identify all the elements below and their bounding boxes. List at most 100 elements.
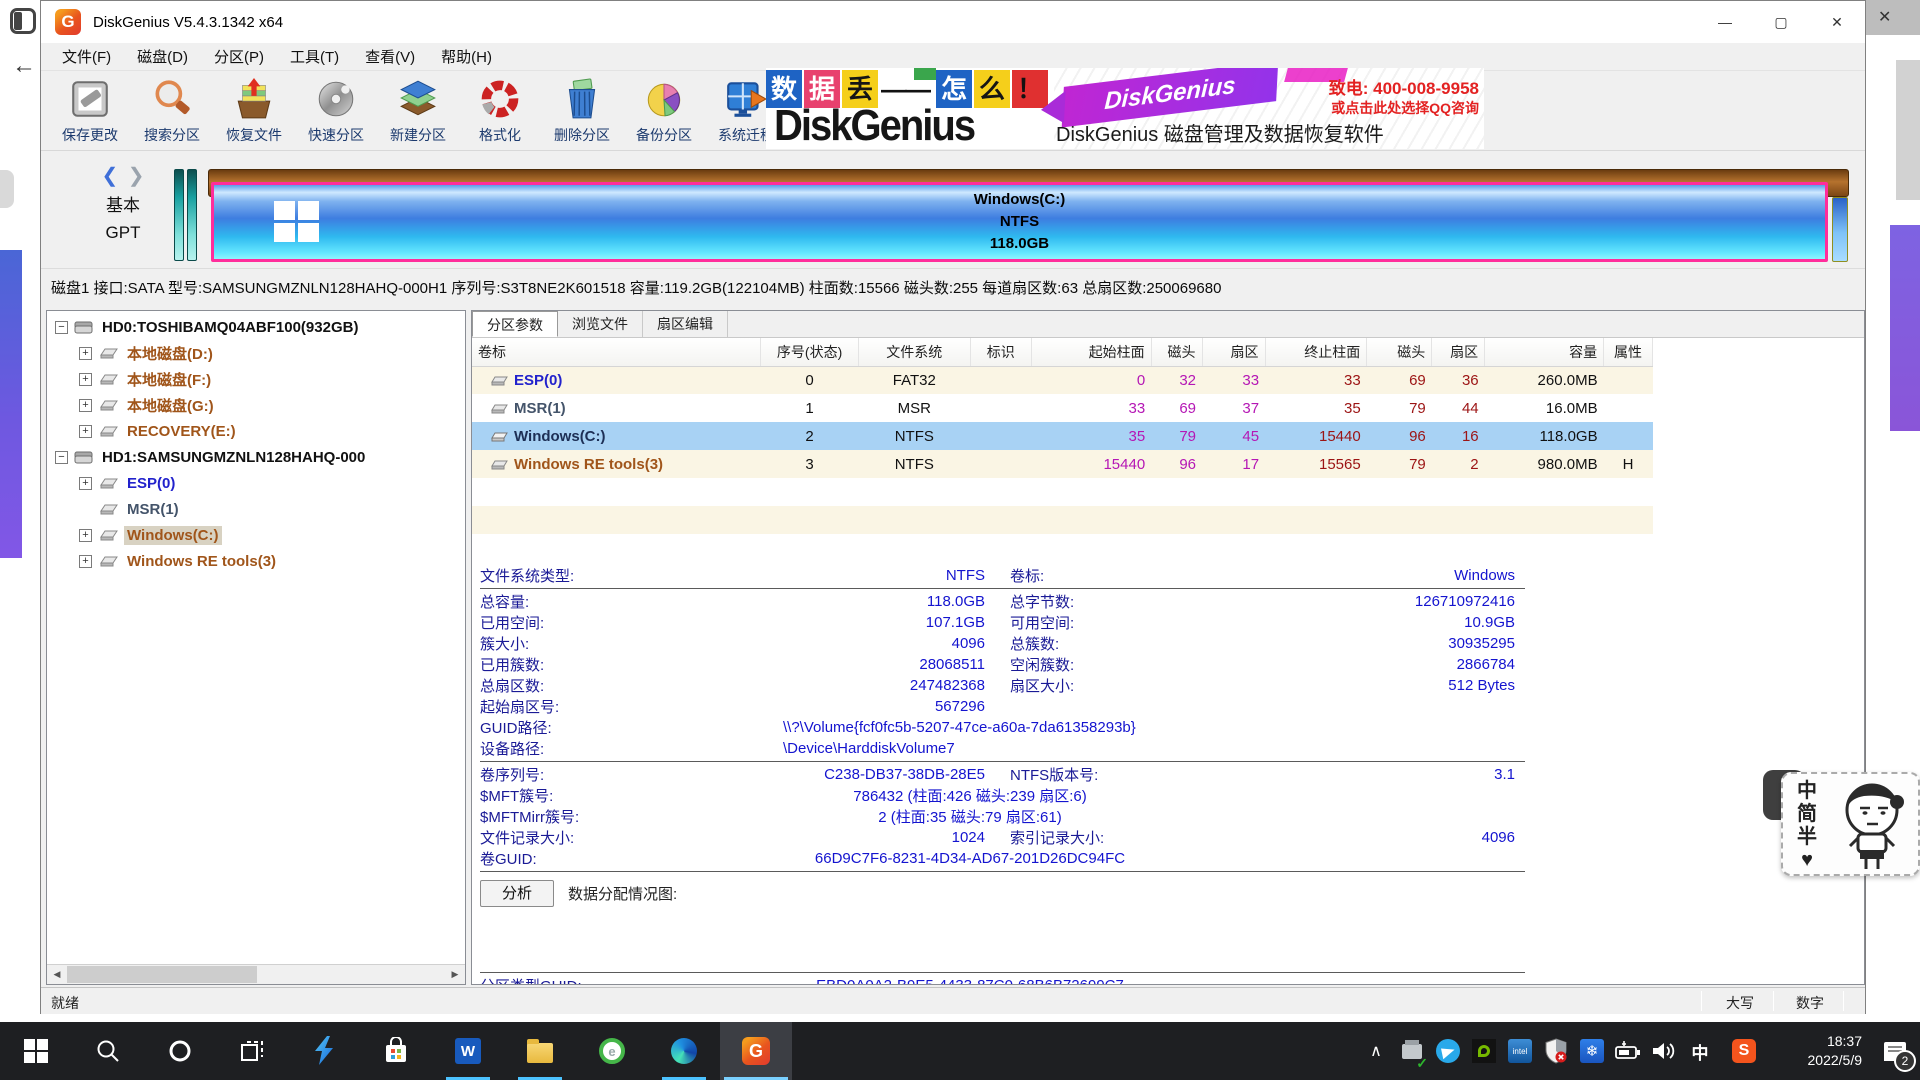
table-row-windows-c-selected[interactable]: Windows(C:) 2 NTFS 35 79 45 15440 96 16 … bbox=[472, 422, 1653, 450]
table-row-windows-re[interactable]: Windows RE tools(3) 3 NTFS 15440 96 17 1… bbox=[472, 450, 1653, 478]
col-tag[interactable]: 标识 bbox=[970, 338, 1031, 366]
scroll-left-icon[interactable]: ◀ bbox=[47, 965, 67, 984]
taskbar-app-browser360[interactable]: e bbox=[576, 1022, 648, 1080]
expand-toggle-icon[interactable]: + bbox=[79, 555, 92, 568]
tree-item-hd1[interactable]: − HD1:SAMSUNGMZNLN128HAHQ-000 bbox=[47, 444, 465, 470]
tree-item-recovery-e[interactable]: + RECOVERY(E:) bbox=[47, 418, 465, 444]
format-button[interactable]: 格式化 bbox=[459, 75, 541, 145]
defender-shield-icon[interactable] bbox=[1538, 1022, 1574, 1080]
partition-bar-esp[interactable] bbox=[174, 169, 184, 261]
minimize-button[interactable]: — bbox=[1697, 1, 1753, 43]
tree-item-local-g[interactable]: + 本地磁盘(G:) bbox=[47, 392, 465, 418]
tree-item-hd0[interactable]: − HD0:TOSHIBAMQ04ABF100(932GB) bbox=[47, 314, 465, 340]
expand-toggle-icon[interactable]: + bbox=[79, 347, 92, 360]
nvidia-icon[interactable] bbox=[1466, 1022, 1502, 1080]
analyze-button[interactable]: 分析 bbox=[480, 880, 554, 907]
partition-bar-windows-c[interactable]: Windows(C:) NTFS 118.0GB bbox=[211, 182, 1828, 262]
tree-item-msr[interactable]: MSR(1) bbox=[47, 496, 465, 522]
table-row-empty bbox=[472, 478, 1653, 506]
cortana-button[interactable] bbox=[144, 1022, 216, 1080]
tray-chevron-icon[interactable]: ∧ bbox=[1358, 1022, 1394, 1080]
volume-icon[interactable] bbox=[1646, 1022, 1682, 1080]
start-button[interactable] bbox=[0, 1022, 72, 1080]
recover-files-button[interactable]: 恢复文件 bbox=[213, 75, 295, 145]
menu-tools[interactable]: 工具(T) bbox=[277, 46, 352, 67]
snowflake-tray-icon[interactable]: ❄ bbox=[1574, 1022, 1610, 1080]
tree-item-esp[interactable]: + ESP(0) bbox=[47, 470, 465, 496]
background-window-icon[interactable] bbox=[10, 8, 36, 34]
scroll-right-icon[interactable]: ▶ bbox=[445, 965, 465, 984]
col-start-sector[interactable]: 扇区 bbox=[1202, 338, 1265, 366]
taskbar-search-button[interactable] bbox=[72, 1022, 144, 1080]
tab-sector-edit[interactable]: 扇区编辑 bbox=[643, 311, 728, 337]
menu-disk[interactable]: 磁盘(D) bbox=[124, 46, 201, 67]
col-seq-status[interactable]: 序号(状态) bbox=[761, 338, 859, 366]
expand-toggle-icon[interactable]: + bbox=[79, 399, 92, 412]
maximize-button[interactable]: ▢ bbox=[1753, 1, 1809, 43]
expand-toggle-icon[interactable]: + bbox=[79, 425, 92, 438]
taskbar-app-edge[interactable] bbox=[648, 1022, 720, 1080]
power-battery-icon[interactable] bbox=[1610, 1022, 1646, 1080]
collapse-toggle-icon[interactable]: − bbox=[55, 451, 68, 464]
tree-item-windows-re[interactable]: + Windows RE tools(3) bbox=[47, 548, 465, 574]
horizontal-scrollbar[interactable]: ◀ ▶ bbox=[47, 964, 465, 984]
partition-bar-msr[interactable] bbox=[187, 169, 197, 261]
messenger-bird-icon[interactable] bbox=[1430, 1022, 1466, 1080]
menu-help[interactable]: 帮助(H) bbox=[428, 46, 505, 67]
ime-card[interactable]: 中简半♥ bbox=[1781, 772, 1920, 876]
ime-language-indicator[interactable]: 中 bbox=[1682, 1022, 1718, 1080]
banner-ad[interactable]: 数 据 丢 —— 怎 么 ！ DiskGenius 致电: 400-008-99… bbox=[766, 68, 1484, 149]
table-row-esp[interactable]: ESP(0) 0 FAT32 0 32 33 33 69 36 260.0MB bbox=[472, 366, 1653, 394]
col-attribute[interactable]: 属性 bbox=[1604, 338, 1653, 366]
tree-item-windows-c[interactable]: + Windows(C:) bbox=[47, 522, 465, 548]
taskbar-app-diskgenius[interactable]: G bbox=[720, 1022, 792, 1080]
taskbar-app-store[interactable] bbox=[360, 1022, 432, 1080]
scrollbar-thumb[interactable] bbox=[67, 966, 257, 983]
background-close-icon[interactable]: ✕ bbox=[1866, 0, 1920, 35]
col-filesystem[interactable]: 文件系统 bbox=[858, 338, 970, 366]
col-capacity[interactable]: 容量 bbox=[1485, 338, 1604, 366]
printer-tray-icon[interactable]: ✓ bbox=[1394, 1022, 1430, 1080]
menu-view[interactable]: 查看(V) bbox=[352, 46, 428, 67]
search-partition-button[interactable]: 搜索分区 bbox=[131, 75, 213, 145]
collapse-toggle-icon[interactable]: − bbox=[55, 321, 68, 334]
back-arrow-icon[interactable]: ← bbox=[12, 52, 36, 80]
col-end-sector[interactable]: 扇区 bbox=[1432, 338, 1485, 366]
tab-browse-files[interactable]: 浏览文件 bbox=[558, 311, 643, 337]
cell: 3 bbox=[761, 450, 859, 478]
ime-floating-widget[interactable]: 中简半♥ bbox=[1763, 766, 1920, 878]
delete-partition-button[interactable]: 删除分区 bbox=[541, 75, 623, 145]
title-bar[interactable]: G DiskGenius V5.4.3.1342 x64 — ▢ ✕ bbox=[41, 1, 1865, 43]
col-start-cylinder[interactable]: 起始柱面 bbox=[1031, 338, 1151, 366]
task-view-button[interactable] bbox=[216, 1022, 288, 1080]
taskbar-app-word[interactable]: W bbox=[432, 1022, 504, 1080]
expand-toggle-icon[interactable]: + bbox=[79, 477, 92, 490]
table-row-msr[interactable]: MSR(1) 1 MSR 33 69 37 35 79 44 16.0MB bbox=[472, 394, 1653, 422]
new-partition-button[interactable]: 新建分区 bbox=[377, 75, 459, 145]
banner-qq-link[interactable]: 或点击此处选择QQ咨询 bbox=[1294, 98, 1479, 118]
tree-item-local-f[interactable]: + 本地磁盘(F:) bbox=[47, 366, 465, 392]
expand-toggle-icon[interactable]: + bbox=[79, 373, 92, 386]
chevron-left-icon[interactable]: ❮ bbox=[101, 165, 118, 187]
menu-file[interactable]: 文件(F) bbox=[49, 46, 124, 67]
col-end-cylinder[interactable]: 终止柱面 bbox=[1265, 338, 1367, 366]
chevron-right-icon[interactable]: ❯ bbox=[128, 165, 145, 187]
tree-item-local-d[interactable]: + 本地磁盘(D:) bbox=[47, 340, 465, 366]
col-volume-label[interactable]: 卷标 bbox=[472, 338, 761, 366]
col-end-head[interactable]: 磁头 bbox=[1367, 338, 1432, 366]
tab-partition-params[interactable]: 分区参数 bbox=[472, 311, 558, 337]
partition-bar-windows-re[interactable] bbox=[1832, 197, 1848, 262]
save-changes-button[interactable]: 保存更改 bbox=[49, 75, 131, 145]
notification-center-button[interactable]: 2 bbox=[1870, 1022, 1920, 1080]
menu-partition[interactable]: 分区(P) bbox=[201, 46, 277, 67]
backup-partition-button[interactable]: 备份分区 bbox=[623, 75, 705, 145]
taskbar-app-flash[interactable] bbox=[288, 1022, 360, 1080]
quick-partition-button[interactable]: 快速分区 bbox=[295, 75, 377, 145]
taskbar-app-explorer[interactable] bbox=[504, 1022, 576, 1080]
sogou-icon[interactable]: S bbox=[1726, 1022, 1762, 1080]
col-start-head[interactable]: 磁头 bbox=[1151, 338, 1202, 366]
close-button[interactable]: ✕ bbox=[1809, 1, 1865, 43]
taskbar-clock[interactable]: 18:37 2022/5/9 bbox=[1770, 1032, 1862, 1070]
expand-toggle-icon[interactable]: + bbox=[79, 529, 92, 542]
intel-graphics-icon[interactable]: intel bbox=[1502, 1022, 1538, 1080]
